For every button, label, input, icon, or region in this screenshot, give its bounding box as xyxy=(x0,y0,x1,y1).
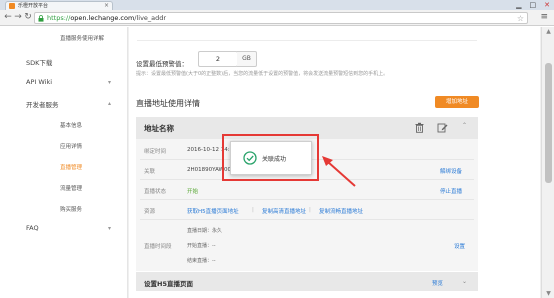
sidebar-item-api-wiki[interactable]: API Wiki xyxy=(26,78,52,86)
browser-toolbar: ← → ↻ https://open.lechange.com/live_add… xyxy=(0,10,554,26)
lechange-favicon-icon xyxy=(9,3,15,9)
sidebar-item-developer[interactable]: 开发者服务 xyxy=(26,99,59,109)
lock-icon xyxy=(38,15,44,22)
address-name: 地址名称 xyxy=(144,124,174,133)
bind-time-label: 绑定时间 xyxy=(144,149,167,155)
annotation-highlight-box xyxy=(222,134,319,181)
unbind-device-link[interactable]: 解绑设备 xyxy=(440,167,462,175)
live-status-value: 开始 xyxy=(187,189,199,195)
back-icon[interactable]: ← xyxy=(3,12,13,23)
copy-hd-link[interactable]: 复制高清直播地址 xyxy=(262,207,306,215)
tab-close-icon[interactable]: × xyxy=(104,2,109,10)
sidebar-item-live-guide[interactable]: 直播服务使用详解 xyxy=(60,34,104,42)
resource-label: 资源 xyxy=(144,209,156,215)
live-time-label: 直播时间段 xyxy=(144,244,172,250)
live-start: 开始直播：-- xyxy=(187,243,216,249)
chevron-up-icon: ▴ xyxy=(108,100,112,107)
reload-icon[interactable]: ↻ xyxy=(23,12,33,23)
sidebar-item-app-detail[interactable]: 应用详情 xyxy=(60,142,82,150)
set-time-link[interactable]: 设置 xyxy=(454,242,465,250)
collapse-chevron-icon[interactable]: ⌃ xyxy=(462,122,467,129)
add-address-button[interactable]: 增加地址 xyxy=(435,96,479,108)
page-title: 直播地址使用详情 xyxy=(136,99,200,108)
sidebar-item-sdk[interactable]: SDK下载 xyxy=(26,57,52,67)
sidebar-item-purchase[interactable]: 购买服务 xyxy=(60,205,82,213)
stop-live-link[interactable]: 停止直播 xyxy=(440,187,462,195)
minimize-icon[interactable]: ▁ xyxy=(516,0,521,10)
url-path: /live_addr xyxy=(134,14,167,22)
warning-threshold-input[interactable]: 2 xyxy=(198,51,238,67)
sidebar-item-live-manage[interactable]: 直播管理 xyxy=(60,163,82,171)
window-controls: ▁ □ ✕ xyxy=(516,0,550,10)
scroll-up-icon[interactable]: ▲ xyxy=(542,27,554,36)
warning-threshold-label: 设置最低预警值： xyxy=(136,60,188,68)
url-host: open.lechange.com xyxy=(70,14,135,22)
link-separator: | xyxy=(252,207,254,213)
main-content: 设置最低预警值： 2 GB 提示：设置最低预警值(大于0的正整数)后，当您的流量… xyxy=(129,27,540,298)
h5-settings-title: 设置H5直播页面 xyxy=(144,280,193,288)
browser-menu-icon[interactable]: ≡ xyxy=(540,12,548,23)
link-separator: | xyxy=(309,207,311,213)
live-date: 直播日期：永久 xyxy=(187,228,223,234)
h5-page-link[interactable]: 获取H5直播页面地址 xyxy=(187,207,239,215)
live-status-label: 直播状态 xyxy=(144,189,167,195)
live-end: 结束直播：-- xyxy=(187,258,216,264)
row-divider xyxy=(140,219,474,220)
expand-chevron-icon[interactable]: ⌄ xyxy=(462,278,467,285)
chevron-down-icon: ▾ xyxy=(108,225,112,232)
divider xyxy=(137,40,477,41)
bookmark-star-icon[interactable]: ☆ xyxy=(517,13,524,24)
scroll-thumb[interactable] xyxy=(545,63,552,183)
row-divider xyxy=(140,199,474,200)
url-text: https://open.lechange.com/live_addr xyxy=(47,13,166,24)
preview-link[interactable]: 预览 xyxy=(432,279,443,287)
url-field[interactable]: https://open.lechange.com/live_addr ☆ xyxy=(34,12,528,24)
edit-icon[interactable] xyxy=(437,122,448,133)
forward-icon[interactable]: → xyxy=(13,12,23,23)
browser-titlebar: 乐橙开放平台 × ▁ □ ✕ xyxy=(0,0,554,10)
sidebar: 直播服务使用详解 SDK下载 API Wiki ▾ 开发者服务 ▴ 基本信息 应… xyxy=(0,27,128,298)
url-scheme: https:// xyxy=(47,14,71,22)
browser-tab[interactable]: 乐橙开放平台 × xyxy=(5,1,113,10)
assoc-label: 关联 xyxy=(144,169,156,175)
maximize-icon[interactable]: □ xyxy=(530,0,537,10)
copy-smooth-link[interactable]: 复制流畅直播地址 xyxy=(319,207,363,215)
window-close-icon[interactable]: ✕ xyxy=(544,0,550,10)
h5-settings-header: 设置H5直播页面 预览 ⌄ xyxy=(136,271,478,291)
scroll-down-icon[interactable]: ▼ xyxy=(542,289,554,298)
sidebar-item-faq[interactable]: FAQ xyxy=(26,224,39,232)
sidebar-item-basic-info[interactable]: 基本信息 xyxy=(60,121,82,129)
trash-icon[interactable] xyxy=(414,122,425,133)
warning-hint: 提示：设置最低预警值(大于0的正整数)后，当您的流量低于设置的预警值，将会发送流… xyxy=(136,71,389,77)
sidebar-item-traffic[interactable]: 流量管理 xyxy=(60,184,82,192)
chevron-down-icon: ▾ xyxy=(108,79,112,86)
page-scrollbar[interactable]: ▲ ▼ xyxy=(541,27,554,298)
warning-unit: GB xyxy=(237,51,257,67)
tab-title: 乐橙开放平台 xyxy=(18,3,49,9)
